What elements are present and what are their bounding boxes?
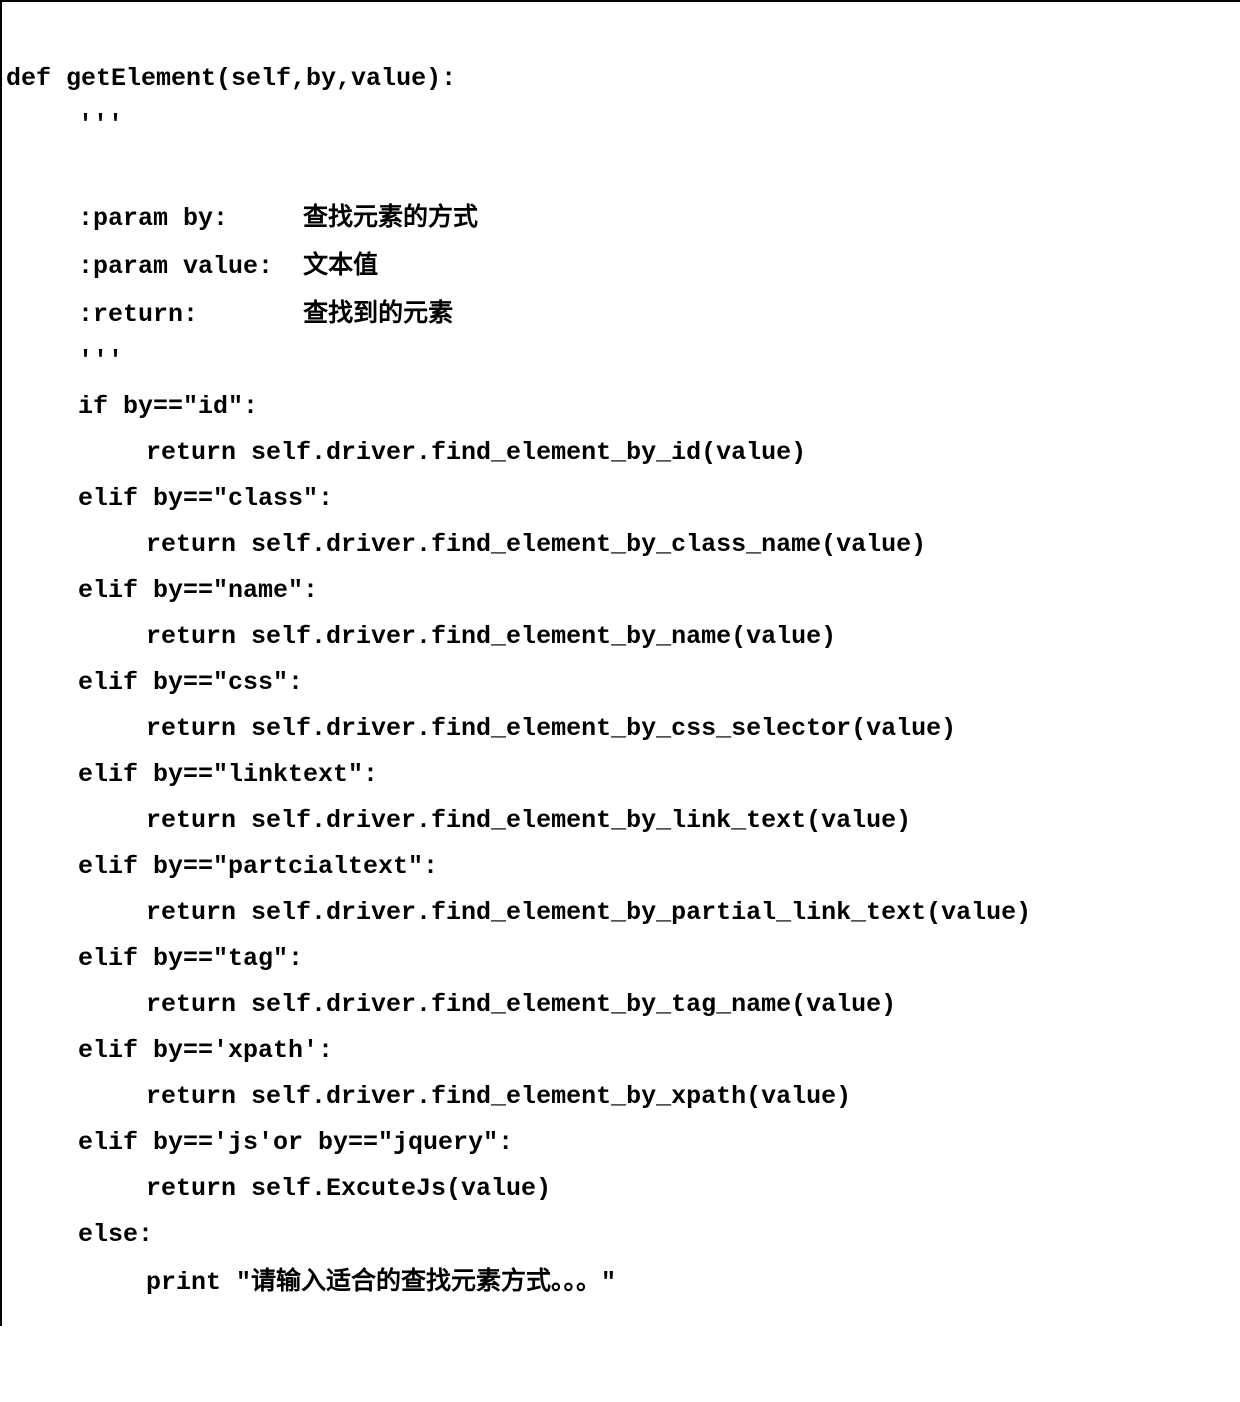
code-line: else:: [6, 1212, 153, 1258]
code-block: def getElement(self,by,value): ''' :para…: [0, 0, 1240, 1326]
code-line: return self.driver.find_element_by_link_…: [6, 798, 911, 844]
code-line: print "请输入适合的查找元素方式。。。": [6, 1258, 616, 1306]
docstring-param: :param by: 查找元素的方式: [6, 194, 478, 242]
code-line: ''': [6, 338, 123, 384]
code-line: return self.driver.find_element_by_css_s…: [6, 706, 956, 752]
code-line: return self.driver.find_element_by_tag_n…: [6, 982, 896, 1028]
docstring-return: :return: 查找到的元素: [6, 290, 453, 338]
code-line: elif by=="tag":: [6, 936, 303, 982]
code-line: def getElement(self,by,value):: [6, 64, 456, 93]
code-line: return self.driver.find_element_by_id(va…: [6, 430, 806, 476]
code-line: return self.driver.find_element_by_name(…: [6, 614, 836, 660]
code-line: ''': [6, 102, 123, 148]
code-line: if by=="id":: [6, 384, 258, 430]
code-line: elif by=="name":: [6, 568, 318, 614]
code-line: elif by=="css":: [6, 660, 303, 706]
code-line: elif by=='js'or by=="jquery":: [6, 1120, 513, 1166]
code-line: return self.driver.find_element_by_xpath…: [6, 1074, 851, 1120]
code-line: return self.ExcuteJs(value): [6, 1166, 551, 1212]
code-line: elif by=="class":: [6, 476, 333, 522]
code-line: elif by=='xpath':: [6, 1028, 333, 1074]
code-line: return self.driver.find_element_by_class…: [6, 522, 926, 568]
docstring-param: :param value: 文本值: [6, 242, 378, 290]
code-line: elif by=="partcialtext":: [6, 844, 438, 890]
code-line: return self.driver.find_element_by_parti…: [6, 890, 1031, 936]
code-line: elif by=="linktext":: [6, 752, 378, 798]
